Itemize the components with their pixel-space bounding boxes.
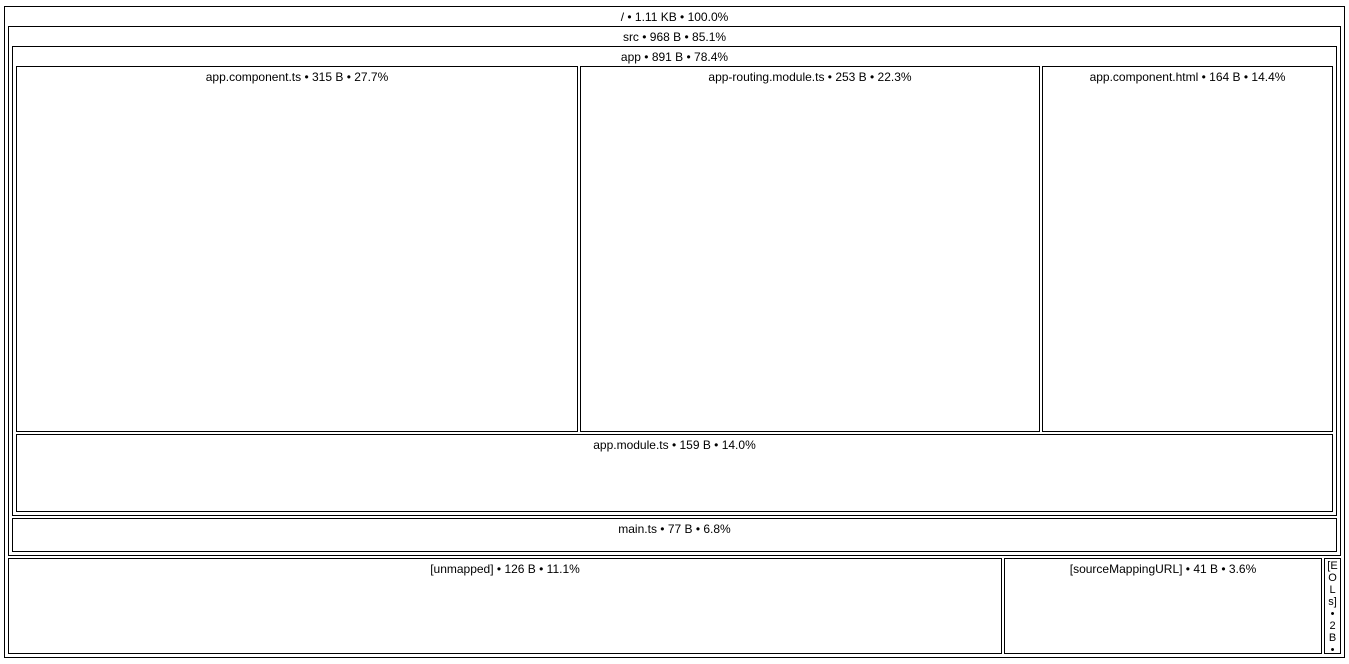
node-label-app-module-ts: app.module.ts • 159 B • 14.0% <box>17 435 1332 452</box>
treemap-node-app-component-html[interactable]: app.component.html • 164 B • 14.4% <box>1042 66 1333 432</box>
treemap-node-main-ts[interactable]: main.ts • 77 B • 6.8% <box>12 518 1337 552</box>
node-label-app: app • 891 B • 78.4% <box>13 47 1336 64</box>
node-label-src: src • 968 B • 85.1% <box>9 27 1340 44</box>
node-label-app-routing-module-ts: app-routing.module.ts • 253 B • 22.3% <box>581 67 1039 84</box>
node-label-unmapped: [unmapped] • 126 B • 11.1% <box>9 559 1001 576</box>
node-label-app-component-html: app.component.html • 164 B • 14.4% <box>1043 67 1332 84</box>
node-label-eols: [EOLs] • 2 B • 0.2% <box>1325 559 1340 654</box>
node-label-source-mapping-url: [sourceMappingURL] • 41 B • 3.6% <box>1005 559 1321 576</box>
node-label-root: / • 1.11 KB • 100.0% <box>5 7 1344 24</box>
treemap-node-app-component-ts[interactable]: app.component.ts • 315 B • 27.7% <box>16 66 578 432</box>
node-label-main-ts: main.ts • 77 B • 6.8% <box>13 519 1336 536</box>
treemap-node-app-module-ts[interactable]: app.module.ts • 159 B • 14.0% <box>16 434 1333 512</box>
treemap-node-source-mapping-url[interactable]: [sourceMappingURL] • 41 B • 3.6% <box>1004 558 1322 654</box>
treemap-node-app-routing-module-ts[interactable]: app-routing.module.ts • 253 B • 22.3% <box>580 66 1040 432</box>
treemap-node-unmapped[interactable]: [unmapped] • 126 B • 11.1% <box>8 558 1002 654</box>
node-label-app-component-ts: app.component.ts • 315 B • 27.7% <box>17 67 577 84</box>
treemap-node-eols[interactable]: [EOLs] • 2 B • 0.2% <box>1324 558 1341 654</box>
